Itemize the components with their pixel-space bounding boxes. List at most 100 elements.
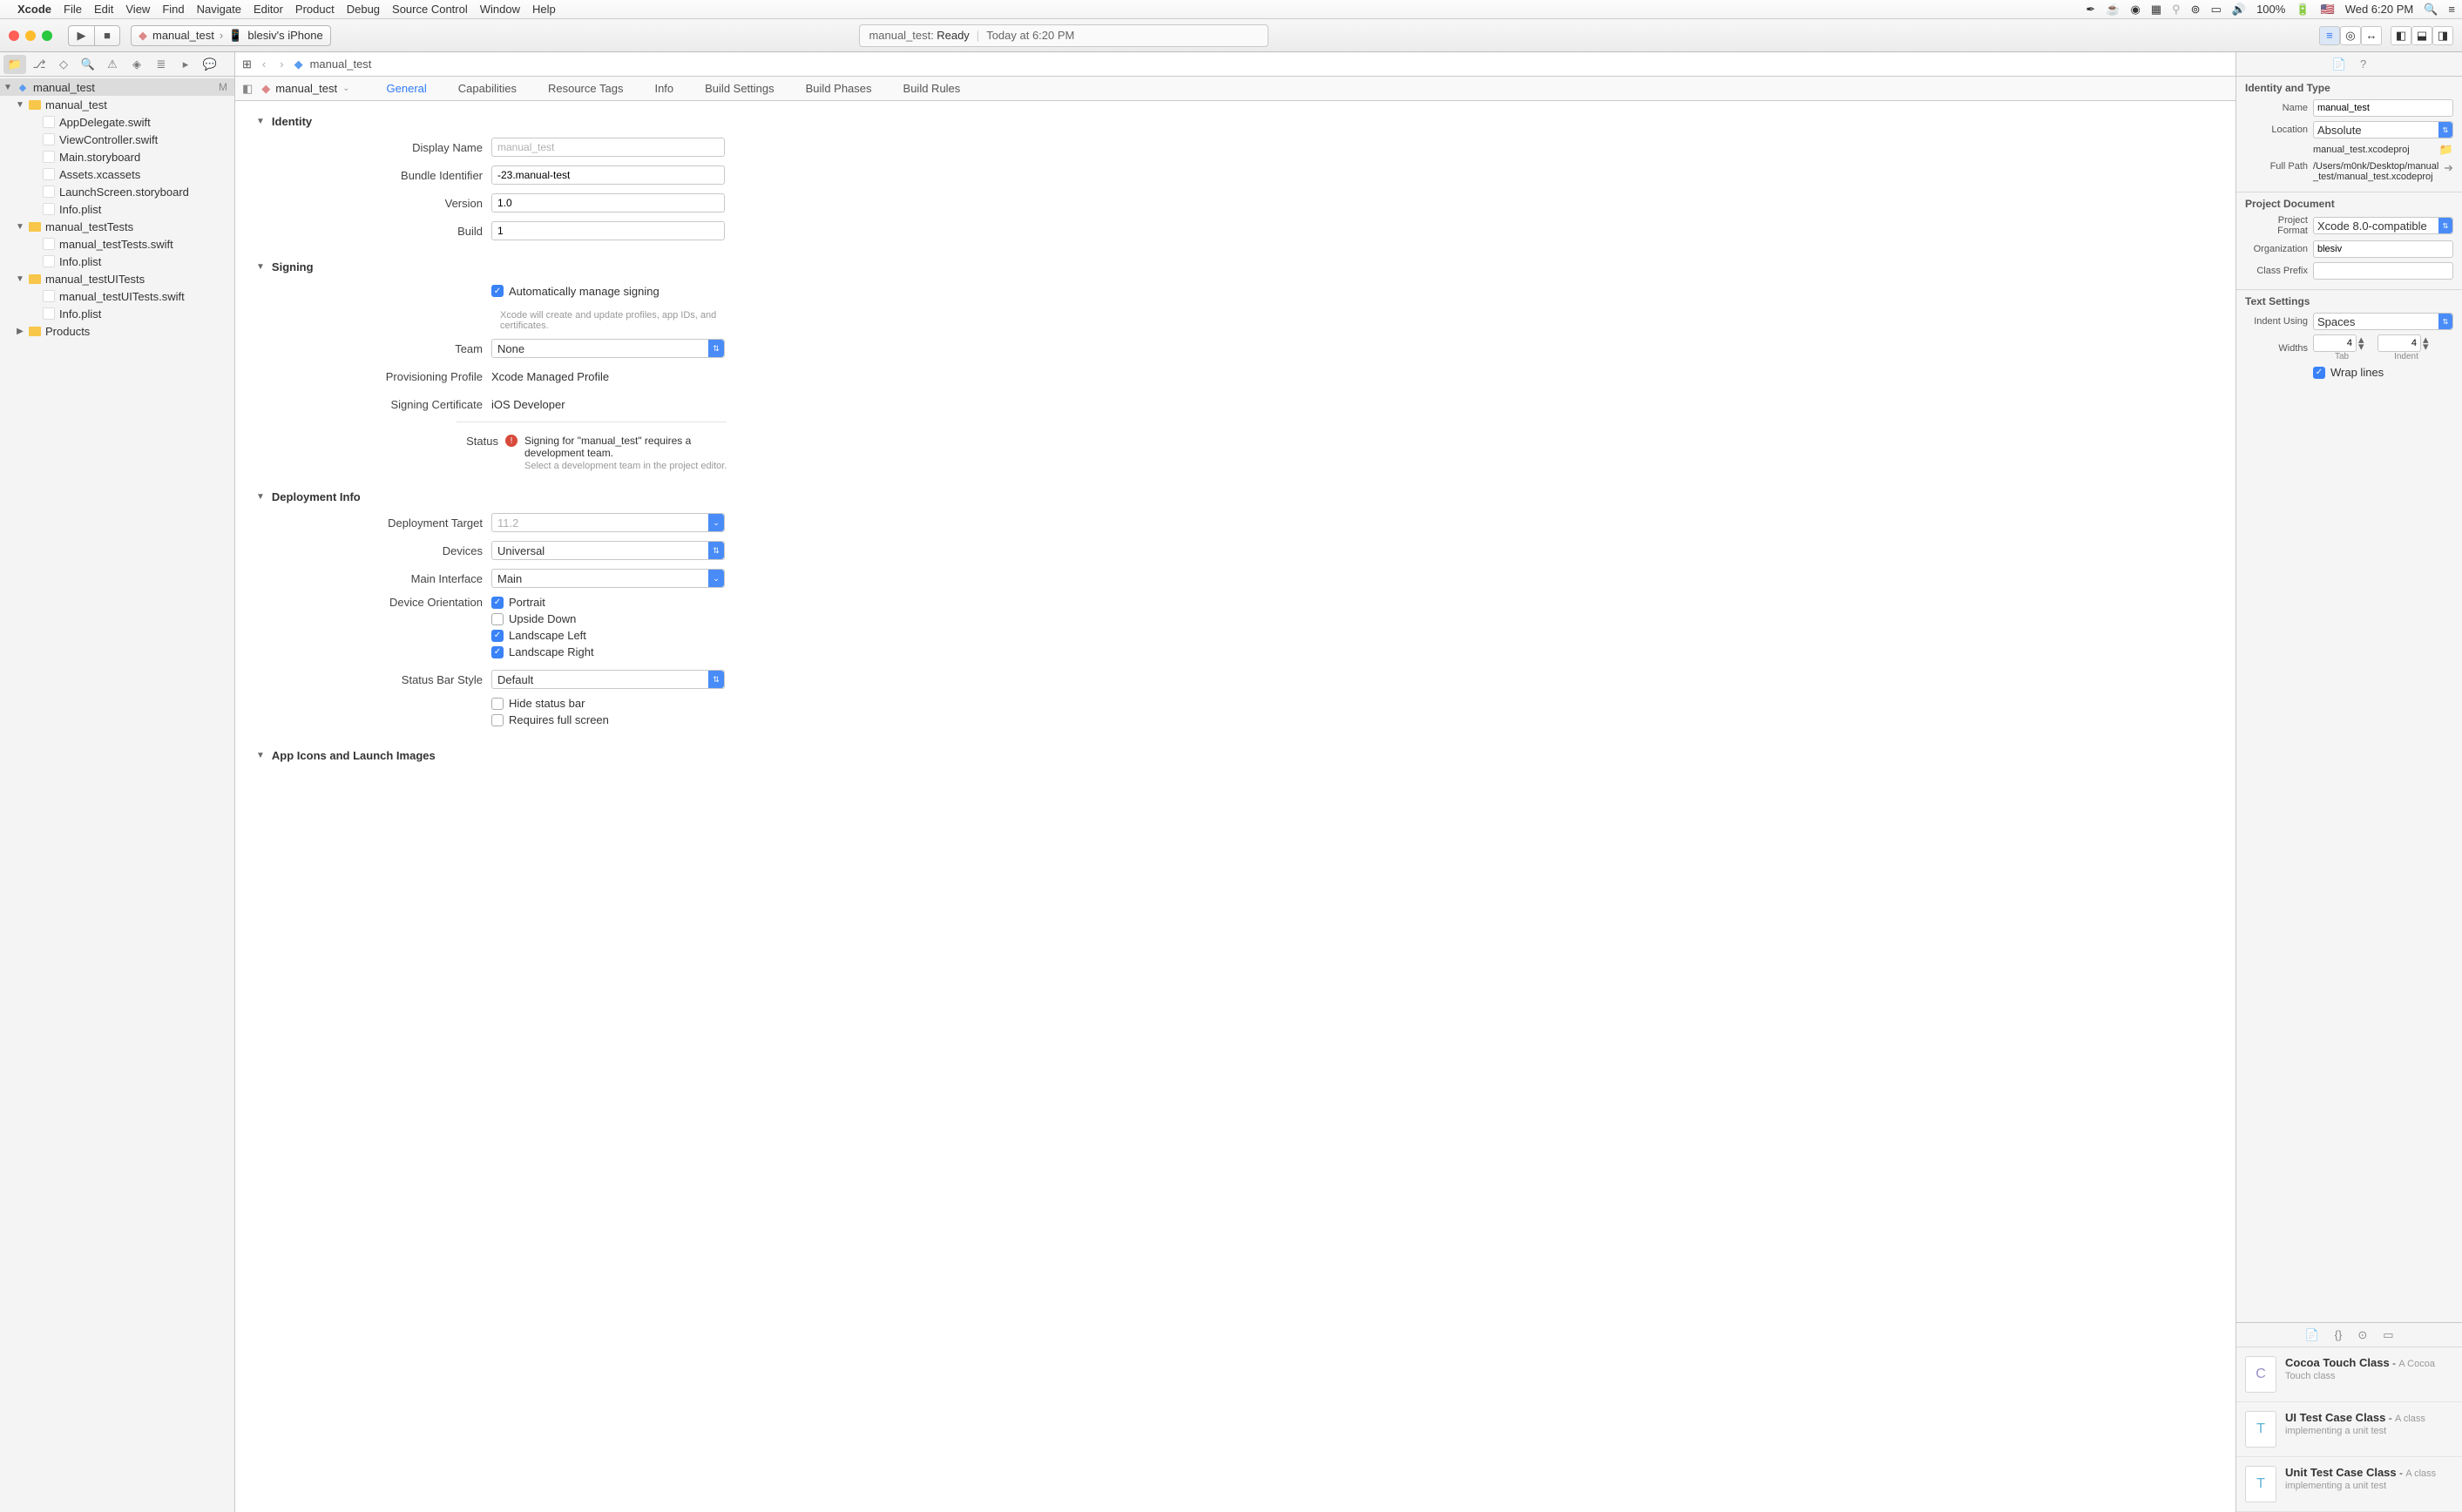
tab-general[interactable]: General	[371, 77, 443, 100]
status-icon[interactable]: ☕	[2106, 3, 2120, 17]
status-icon[interactable]: ✒︎	[2086, 3, 2095, 17]
tree-file[interactable]: Info.plist	[0, 200, 234, 218]
portrait-checkbox[interactable]: ✓	[491, 597, 504, 609]
stop-button[interactable]: ■	[94, 25, 120, 46]
menu-window[interactable]: Window	[480, 3, 520, 16]
standard-editor-button[interactable]: ≡	[2319, 26, 2340, 45]
version-field[interactable]	[491, 193, 725, 213]
tree-file[interactable]: Assets.xcassets	[0, 165, 234, 183]
tree-file[interactable]: Info.plist	[0, 305, 234, 322]
target-selector[interactable]: ◆manual_test⌄	[261, 82, 349, 96]
tab-build-phases[interactable]: Build Phases	[790, 77, 888, 100]
breakpoint-navigator-tab[interactable]: ▸	[174, 55, 197, 74]
battery-icon[interactable]: 🔋	[2296, 3, 2310, 17]
disclosure-icon[interactable]: ▼	[256, 262, 265, 272]
battery-percent[interactable]: 100%	[2256, 3, 2285, 16]
spotlight-icon[interactable]: 🔍	[2424, 3, 2438, 17]
requires-full-screen-checkbox[interactable]	[491, 714, 504, 726]
status-icon[interactable]: ◉	[2131, 3, 2141, 17]
tree-file[interactable]: manual_testTests.swift	[0, 235, 234, 253]
hide-status-bar-checkbox[interactable]	[491, 698, 504, 710]
clock[interactable]: Wed 6:20 PM	[2345, 3, 2414, 16]
wifi-icon[interactable]: ⊚	[2191, 3, 2201, 17]
menu-product[interactable]: Product	[295, 3, 335, 16]
location-select[interactable]: Absolute⇅	[2313, 121, 2453, 138]
auto-signing-checkbox[interactable]: ✓	[491, 285, 504, 297]
app-menu[interactable]: Xcode	[17, 3, 51, 16]
menu-find[interactable]: Find	[162, 3, 184, 16]
project-tree[interactable]: ▼◆ manual_test M ▼manual_test AppDelegat…	[0, 77, 234, 1512]
menu-editor[interactable]: Editor	[254, 3, 283, 16]
activity-viewer[interactable]: manual_test: Ready | Today at 6:20 PM	[859, 24, 1268, 47]
tab-build-rules[interactable]: Build Rules	[888, 77, 977, 100]
disclosure-icon[interactable]: ▼	[256, 751, 265, 760]
library-item[interactable]: CCocoa Touch Class - A Cocoa Touch class	[2236, 1347, 2462, 1402]
wrap-lines-checkbox[interactable]: ✓	[2313, 367, 2325, 379]
landscape-right-checkbox[interactable]: ✓	[491, 646, 504, 658]
assistant-editor-button[interactable]: ◎	[2340, 26, 2361, 45]
toggle-debug-area-button[interactable]: ⬓	[2411, 26, 2432, 45]
volume-icon[interactable]: 🔊	[2232, 3, 2246, 17]
project-navigator-tab[interactable]: 📁	[3, 55, 26, 74]
jump-bar[interactable]: ⊞ ‹ › ◆ manual_test	[235, 52, 2235, 77]
menu-source-control[interactable]: Source Control	[392, 3, 468, 16]
close-button[interactable]	[9, 30, 19, 41]
back-button[interactable]: ‹	[259, 57, 269, 71]
main-interface-combo[interactable]: Main⌄	[491, 569, 725, 588]
devices-select[interactable]: Universal⇅	[491, 541, 725, 560]
file-inspector-tab[interactable]: 📄	[2332, 57, 2346, 71]
menu-file[interactable]: File	[64, 3, 82, 16]
disclosure-icon[interactable]: ▼	[256, 492, 265, 502]
indent-width-stepper[interactable]	[2377, 334, 2421, 352]
deployment-target-combo[interactable]: 11.2⌄	[491, 513, 725, 532]
display-name-field[interactable]	[491, 138, 725, 157]
menu-edit[interactable]: Edit	[94, 3, 113, 16]
tab-capabilities[interactable]: Capabilities	[443, 77, 532, 100]
tree-file[interactable]: LaunchScreen.storyboard	[0, 183, 234, 200]
report-navigator-tab[interactable]: 💬	[199, 55, 221, 74]
status-icon[interactable]: ▦	[2151, 3, 2161, 17]
toggle-navigator-button[interactable]: ◧	[2391, 26, 2411, 45]
symbol-navigator-tab[interactable]: ◇	[52, 55, 75, 74]
tree-file[interactable]: manual_testUITests.swift	[0, 287, 234, 305]
tree-file[interactable]: ViewController.swift	[0, 131, 234, 148]
class-prefix-field[interactable]	[2313, 262, 2453, 280]
tab-width-stepper[interactable]	[2313, 334, 2357, 352]
bluetooth-icon[interactable]: ⚲	[2172, 3, 2181, 17]
issue-navigator-tab[interactable]: ⚠	[101, 55, 124, 74]
tab-build-settings[interactable]: Build Settings	[689, 77, 790, 100]
indent-using-select[interactable]: Spaces⇅	[2313, 313, 2453, 330]
menu-help[interactable]: Help	[532, 3, 556, 16]
tree-file[interactable]: AppDelegate.swift	[0, 113, 234, 131]
organization-field[interactable]	[2313, 240, 2453, 258]
disclosure-icon[interactable]: ▼	[256, 117, 265, 126]
quick-help-tab[interactable]: ?	[2360, 57, 2366, 71]
team-select[interactable]: None⇅	[491, 339, 725, 358]
media-library-tab[interactable]: ▭	[2383, 1328, 2393, 1342]
code-snippet-library-tab[interactable]: {}	[2335, 1328, 2343, 1341]
build-field[interactable]	[491, 221, 725, 240]
tree-project-root[interactable]: ▼◆ manual_test M	[0, 78, 234, 96]
zoom-button[interactable]	[42, 30, 52, 41]
tab-info[interactable]: Info	[639, 77, 689, 100]
file-template-library-tab[interactable]: 📄	[2304, 1328, 2318, 1342]
tree-folder[interactable]: ▼manual_test	[0, 96, 234, 113]
tree-folder[interactable]: ▼manual_testUITests	[0, 270, 234, 287]
related-items-icon[interactable]: ⊞	[242, 57, 252, 71]
reveal-icon[interactable]: ➜	[2444, 161, 2453, 175]
test-navigator-tab[interactable]: ◈	[125, 55, 148, 74]
tree-file[interactable]: Main.storyboard	[0, 148, 234, 165]
library-item[interactable]: TUnit Test Case Class - A class implemen…	[2236, 1457, 2462, 1512]
upside-down-checkbox[interactable]	[491, 613, 504, 625]
menu-view[interactable]: View	[125, 3, 150, 16]
library-item[interactable]: TUI Test Case Class - A class implementi…	[2236, 1402, 2462, 1457]
menu-debug[interactable]: Debug	[347, 3, 380, 16]
debug-navigator-tab[interactable]: ≣	[150, 55, 172, 74]
version-editor-button[interactable]: ↔	[2361, 26, 2382, 45]
inspector-name-field[interactable]	[2313, 99, 2453, 117]
notification-center-icon[interactable]: ≡	[2448, 3, 2455, 16]
landscape-left-checkbox[interactable]: ✓	[491, 630, 504, 642]
tree-folder[interactable]: ▶Products	[0, 322, 234, 340]
flag-icon[interactable]: 🇺🇸	[2321, 3, 2335, 17]
minimize-button[interactable]	[25, 30, 36, 41]
